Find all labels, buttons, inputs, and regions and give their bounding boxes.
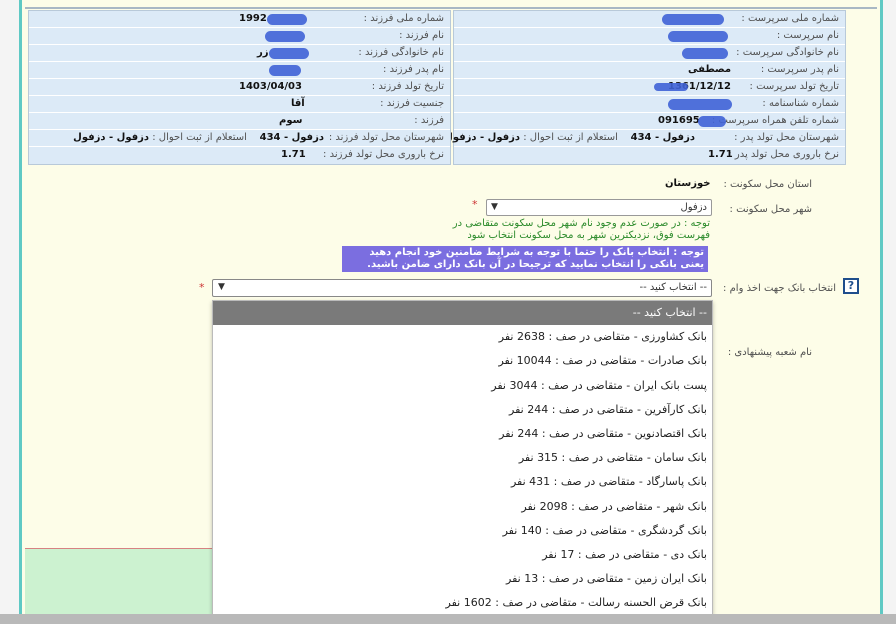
child-first-name-label: نام فرزند : <box>399 30 444 41</box>
bank-option[interactable]: بانک کشاورزی - متقاضی در صف : 2638 نفر <box>213 325 712 349</box>
guardian-registry-value: دزفول - دزفول <box>444 132 521 143</box>
guardian-phone-value: 091695 <box>658 115 700 126</box>
guardian-last-name-label: نام خانوادگی سرپرست : <box>736 47 839 58</box>
required-mark: * <box>199 281 205 294</box>
bank-selected-value: -- انتخاب کنید -- <box>639 282 707 293</box>
window-bottom-bar <box>0 614 896 624</box>
guardian-father-name-label: نام پدر سرپرست : <box>760 64 839 75</box>
child-last-name-value: زر <box>257 47 269 58</box>
child-gender-value: آقا <box>291 98 305 109</box>
province-label: استان محل سکونت : <box>723 179 812 190</box>
chevron-down-icon: ▼ <box>218 282 225 292</box>
child-fertility-row: نرخ باروری محل تولد فرزند : 1.71 <box>29 147 450 164</box>
guardian-birth-date-label: تاریخ تولد سرپرست : <box>749 81 839 92</box>
child-father-name-label: نام پدر فرزند : <box>383 64 444 75</box>
page-right-border <box>880 0 896 624</box>
child-info-panel: شماره ملی فرزند : 1992 نام فرزند : نام خ… <box>28 10 451 165</box>
redacted-value <box>668 99 732 110</box>
bank-option[interactable]: بانک شهر - متقاضی در صف : 2098 نفر <box>213 495 712 519</box>
guardian-birth-city-detail: دزفول - 434 استعلام از ثبت احوال : دزفول… <box>444 132 695 143</box>
child-birth-city-value: دزفول - 434 <box>259 132 324 143</box>
guardian-fertility-value: 1.71 <box>708 149 733 160</box>
guardian-phone-row: شماره تلفن همراه سرپرست : 091695 <box>454 113 845 130</box>
guardian-registry-label: استعلام از ثبت احوال : <box>523 132 618 143</box>
city-selected-value: دزفول <box>680 202 708 213</box>
chevron-down-icon: ▼ <box>491 202 498 212</box>
guardian-fertility-row: نرخ باروری محل تولد پدر : 1.71 <box>454 147 845 164</box>
bank-select[interactable]: -- انتخاب کنید -- ▼ <box>212 279 712 297</box>
child-last-name-label: نام خانوادگی فرزند : <box>358 47 444 58</box>
child-registry-label: استعلام از ثبت احوال : <box>152 132 247 143</box>
bank-option[interactable]: بانک گردشگری - متقاضی در صف : 140 نفر <box>213 519 712 543</box>
guardian-father-name-row: نام پدر سرپرست : مصطفی <box>454 62 845 79</box>
branch-label: نام شعبه پیشنهادی : <box>727 347 812 358</box>
guardian-birth-city-value: دزفول - 434 <box>630 132 695 143</box>
city-select[interactable]: دزفول ▼ <box>486 199 712 216</box>
child-gender-row: جنسیت فرزند : آقا <box>29 96 450 113</box>
guardian-first-name-label: نام سرپرست : <box>776 30 839 41</box>
child-fertility-value: 1.71 <box>281 149 306 160</box>
child-birth-city-row: شهرستان محل تولد فرزند : دزفول - 434 است… <box>29 130 450 147</box>
child-father-name-row: نام پدر فرزند : <box>29 62 450 79</box>
page-left-border <box>0 0 22 624</box>
guardian-phone-label: شماره تلفن همراه سرپرست : <box>711 115 839 126</box>
child-fertility-label: نرخ باروری محل تولد فرزند : <box>323 149 444 160</box>
bank-warning: توجه : انتخاب بانک را حتما با توجه به شر… <box>342 246 708 272</box>
bank-option[interactable]: بانک سامان - متقاضی در صف : 315 نفر <box>213 446 712 470</box>
guardian-birth-city-row: شهرستان محل تولد پدر : دزفول - 434 استعل… <box>444 130 845 147</box>
guardian-national-id-row: شماره ملی سرپرست : <box>454 11 845 28</box>
child-gender-label: جنسیت فرزند : <box>380 98 444 109</box>
bank-option[interactable]: بانک صادرات - متقاضی در صف : 10044 نفر <box>213 349 712 373</box>
top-divider <box>25 7 877 9</box>
redacted-value <box>682 48 728 59</box>
child-order-row: فرزند : سوم <box>29 113 450 130</box>
redacted-value <box>668 31 728 42</box>
redacted-value <box>698 116 726 127</box>
child-order-value: سوم <box>279 115 303 126</box>
guardian-birth-city-label: شهرستان محل تولد پدر : <box>734 132 839 143</box>
guardian-first-name-row: نام سرپرست : <box>454 28 845 45</box>
child-birth-city-detail: دزفول - 434 استعلام از ثبت احوال : دزفول… <box>73 132 324 143</box>
child-registry-value: دزفول - دزفول <box>73 132 150 143</box>
redacted-value <box>654 83 688 91</box>
bank-option[interactable]: بانک اقتصادنوین - متقاضی در صف : 244 نفر <box>213 422 712 446</box>
city-note: توجه : در صورت عدم وجود نام شهر محل سکون… <box>452 218 710 241</box>
child-national-id-label: شماره ملی فرزند : <box>363 13 444 24</box>
bank-option[interactable]: -- انتخاب کنید -- <box>213 301 712 326</box>
child-first-name-row: نام فرزند : <box>29 28 450 45</box>
guardian-birth-date-row: تاریخ تولد سرپرست : 1361/12/12 <box>454 79 845 96</box>
province-value: خوزستان <box>665 178 711 189</box>
child-national-id-value: 1992 <box>239 13 267 24</box>
redacted-value <box>662 14 724 25</box>
guardian-id-number-row: شماره شناسنامه : <box>454 96 845 113</box>
child-national-id-row: شماره ملی فرزند : 1992 <box>29 11 450 28</box>
redacted-value <box>269 65 301 76</box>
guardian-father-name-value: مصطفی <box>688 64 732 75</box>
redacted-value <box>267 14 307 25</box>
city-label: شهر محل سکونت : <box>729 204 812 215</box>
help-icon[interactable]: ? <box>843 278 859 294</box>
bank-option[interactable]: بانک ایران زمین - متقاضی در صف : 13 نفر <box>213 567 712 591</box>
guardian-last-name-row: نام خانوادگی سرپرست : <box>454 45 845 62</box>
child-last-name-row: نام خانوادگی فرزند : زر <box>29 45 450 62</box>
bank-dropdown-list[interactable]: -- انتخاب کنید -- بانک کشاورزی - متقاضی … <box>212 300 713 615</box>
child-order-label: فرزند : <box>414 115 444 126</box>
redacted-value <box>269 48 309 59</box>
child-birth-date-label: تاریخ تولد فرزند : <box>371 81 444 92</box>
required-mark: * <box>472 198 478 211</box>
guardian-fertility-label: نرخ باروری محل تولد پدر : <box>728 149 839 160</box>
bank-option[interactable]: پست بانک ایران - متقاضی در صف : 3044 نفر <box>213 374 712 398</box>
guardian-id-number-label: شماره شناسنامه : <box>762 98 839 109</box>
bank-option[interactable]: بانک قرض الحسنه رسالت - متقاضی در صف : 1… <box>213 591 712 615</box>
redacted-value <box>265 31 305 42</box>
guardian-info-panel: شماره ملی سرپرست : نام سرپرست : نام خانو… <box>444 10 846 165</box>
guardian-national-id-label: شماره ملی سرپرست : <box>741 13 839 24</box>
bank-label: انتخاب بانک جهت اخذ وام : <box>723 283 836 294</box>
bank-option[interactable]: بانک پاسارگاد - متقاضی در صف : 431 نفر <box>213 470 712 494</box>
child-birth-date-value: 1403/04/03 <box>239 81 302 92</box>
bank-option[interactable]: بانک کارآفرین - متقاضی در صف : 244 نفر <box>213 398 712 422</box>
bank-option[interactable]: بانک دی - متقاضی در صف : 17 نفر <box>213 543 712 567</box>
child-birth-date-row: تاریخ تولد فرزند : 1403/04/03 <box>29 79 450 96</box>
child-birth-city-label: شهرستان محل تولد فرزند : <box>328 132 444 143</box>
